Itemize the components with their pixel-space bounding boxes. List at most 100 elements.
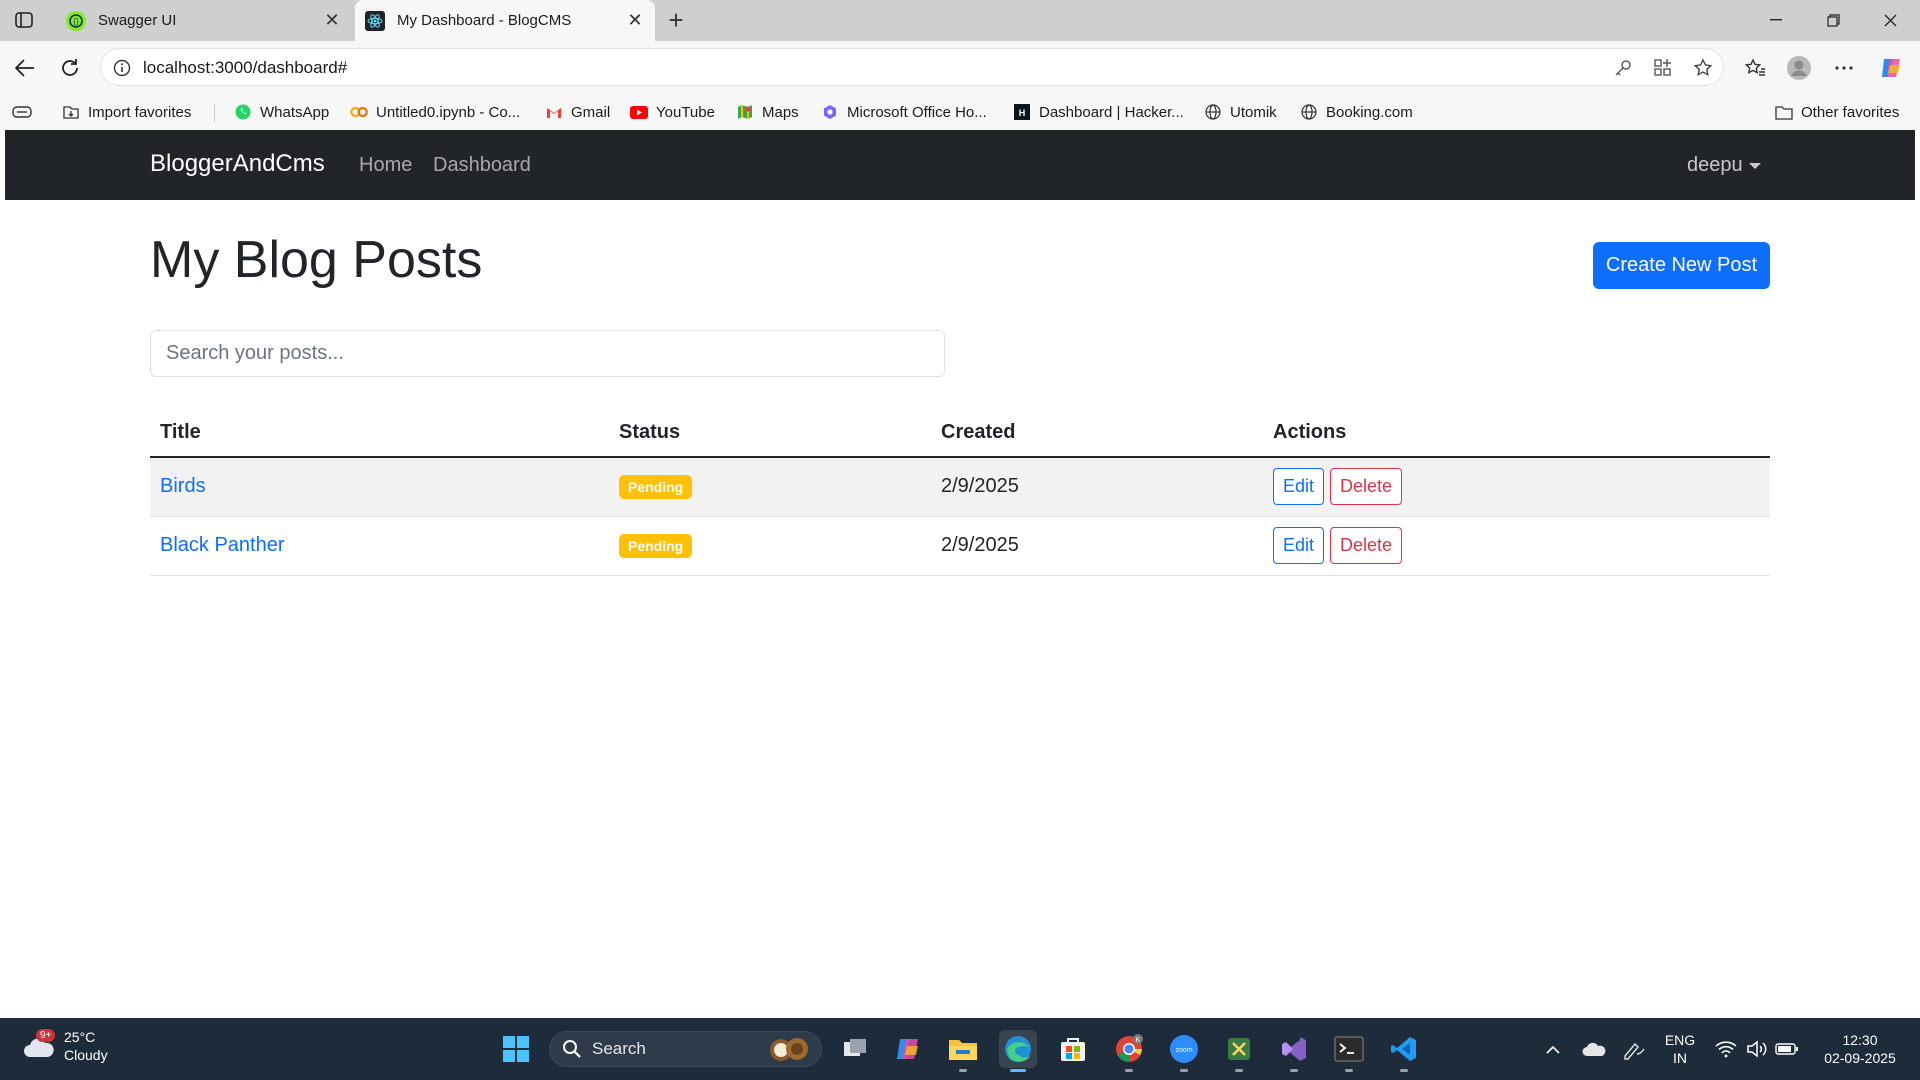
zoom-icon[interactable]: zoom [1165, 1030, 1203, 1072]
app-navbar: BloggerAndCms Home Dashboard deepu [5, 130, 1915, 200]
edge-icon[interactable] [999, 1030, 1037, 1072]
table-row: Black Panther Pending 2/9/2025 Edit Delet… [150, 516, 1770, 576]
store-icon[interactable] [1054, 1030, 1092, 1068]
favorite-star-icon[interactable] [1691, 57, 1715, 79]
user-dropdown[interactable]: deepu [1687, 154, 1761, 177]
terminal-icon[interactable] [1330, 1030, 1368, 1072]
brand-logo[interactable]: BloggerAndCms [150, 150, 325, 178]
status-cell: Pending [609, 457, 931, 517]
copilot-app-icon[interactable] [889, 1030, 927, 1068]
svg-text:{}: {} [73, 17, 79, 26]
site-info-icon[interactable] [111, 57, 133, 79]
page-viewport: BloggerAndCms Home Dashboard deepu My Bl… [5, 130, 1915, 1018]
chrome-icon[interactable]: K [1110, 1030, 1148, 1072]
favorite-youtube[interactable]: YouTube [630, 102, 715, 122]
restore-icon[interactable] [1815, 6, 1851, 34]
volume-icon[interactable] [1740, 1030, 1774, 1068]
table-header-row: Title Status Created Actions [150, 408, 1770, 458]
clock-date: 02-09-2025 [1824, 1050, 1896, 1066]
hackerrank-icon: H [1013, 103, 1031, 121]
chevron-up-icon[interactable] [1533, 1030, 1573, 1068]
tab-title: Swagger UI [98, 12, 177, 29]
globe-icon [1300, 103, 1318, 121]
other-favorites[interactable]: Other favorites [1775, 102, 1899, 122]
favorite-gmail[interactable]: Gmail [545, 102, 610, 122]
folder-icon [1775, 103, 1793, 121]
new-tab-button[interactable]: + [662, 5, 690, 35]
system-clock[interactable]: 12:30 02-09-2025 [1812, 1031, 1908, 1067]
tab-dashboard[interactable]: My Dashboard - BlogCMS ✕ [355, 0, 655, 41]
pen-icon[interactable] [1614, 1030, 1654, 1068]
edit-button[interactable]: Edit [1273, 527, 1325, 564]
status-cell: Pending [609, 516, 931, 576]
tab-title: My Dashboard - BlogCMS [397, 12, 572, 29]
language-indicator[interactable]: ENG IN [1660, 1031, 1700, 1067]
close-tab-icon[interactable]: ✕ [623, 9, 647, 33]
more-options-icon[interactable] [1829, 53, 1859, 83]
copilot-icon[interactable] [1876, 53, 1906, 83]
delete-button[interactable]: Delete [1330, 468, 1403, 506]
post-title-link[interactable]: Birds [160, 475, 206, 497]
favorite-import[interactable]: Import favorites [62, 102, 191, 122]
task-view-icon[interactable] [836, 1030, 874, 1068]
coconut-icon [765, 1035, 811, 1063]
caret-down-icon [1748, 162, 1761, 169]
favorite-booking[interactable]: Booking.com [1300, 102, 1413, 122]
colab-icon [350, 103, 368, 121]
edit-button[interactable]: Edit [1273, 468, 1325, 506]
status-badge: Pending [619, 474, 693, 499]
svg-text:zoom: zoom [1175, 1047, 1192, 1054]
search-input[interactable] [150, 330, 945, 377]
apps-icon[interactable] [1651, 57, 1675, 79]
favorite-whatsapp[interactable]: WhatsApp [234, 102, 329, 122]
favorite-hackerrank[interactable]: H Dashboard | Hacker... [1013, 102, 1184, 122]
file-explorer-icon[interactable] [944, 1030, 982, 1072]
key-icon[interactable] [1611, 57, 1635, 79]
snipping-icon[interactable] [1220, 1030, 1258, 1072]
create-post-button[interactable]: Create New Post [1593, 242, 1770, 289]
post-title-link[interactable]: Black Panther [160, 534, 285, 556]
back-icon[interactable] [10, 53, 40, 83]
weather-widget[interactable]: 9+ 25°C Cloudy [22, 1028, 108, 1064]
column-header-actions: Actions [1263, 408, 1770, 458]
posts-table: Title Status Created Actions Birds Pendi… [150, 408, 1770, 576]
nav-dashboard[interactable]: Dashboard [433, 154, 531, 177]
close-tab-icon[interactable]: ✕ [320, 9, 344, 33]
status-badge: Pending [619, 533, 693, 558]
address-bar[interactable]: localhost:3000/dashboard# [100, 48, 1724, 86]
visual-studio-icon[interactable] [1275, 1030, 1313, 1072]
page-title: My Blog Posts [150, 231, 483, 289]
battery-icon[interactable] [1770, 1030, 1804, 1068]
youtube-icon [630, 103, 648, 121]
favorite-maps[interactable]: Maps [736, 102, 799, 122]
taskbar-search[interactable]: Search [549, 1031, 822, 1067]
import-icon [62, 103, 80, 121]
vscode-icon[interactable] [1385, 1030, 1423, 1072]
tab-swagger[interactable]: {} Swagger UI ✕ [56, 0, 352, 41]
onedrive-icon[interactable] [1574, 1030, 1614, 1068]
favorite-office[interactable]: Microsoft Office Ho... [821, 102, 987, 122]
refresh-icon[interactable] [55, 53, 85, 83]
browser-tab-strip: {} Swagger UI ✕ My Dashboard - BlogCMS ✕… [0, 0, 1920, 41]
collections-icon[interactable] [12, 102, 32, 122]
globe-icon [1204, 103, 1222, 121]
cloud-icon: 9+ [22, 1029, 56, 1061]
column-header-created: Created [931, 408, 1263, 458]
nav-home[interactable]: Home [359, 154, 412, 177]
office-icon [821, 103, 839, 121]
start-icon[interactable] [497, 1030, 535, 1068]
maps-icon [736, 103, 754, 121]
delete-button[interactable]: Delete [1330, 527, 1403, 564]
tab-actions-icon[interactable] [12, 9, 36, 31]
profile-avatar[interactable] [1784, 53, 1814, 83]
wifi-icon[interactable] [1709, 1030, 1743, 1068]
favorite-colab[interactable]: Untitled0.ipynb - Co... [350, 102, 520, 122]
favorites-divider [214, 104, 215, 122]
close-window-icon[interactable] [1872, 6, 1908, 34]
svg-text:H: H [1019, 108, 1026, 118]
favorites-icon[interactable] [1740, 53, 1770, 83]
favorite-utomik[interactable]: Utomik [1204, 102, 1277, 122]
react-icon [365, 10, 385, 31]
windows-taskbar: 9+ 25°C Cloudy Search K zoom ENG IN 12:3… [0, 1018, 1920, 1080]
minimize-icon[interactable] [1758, 6, 1794, 34]
